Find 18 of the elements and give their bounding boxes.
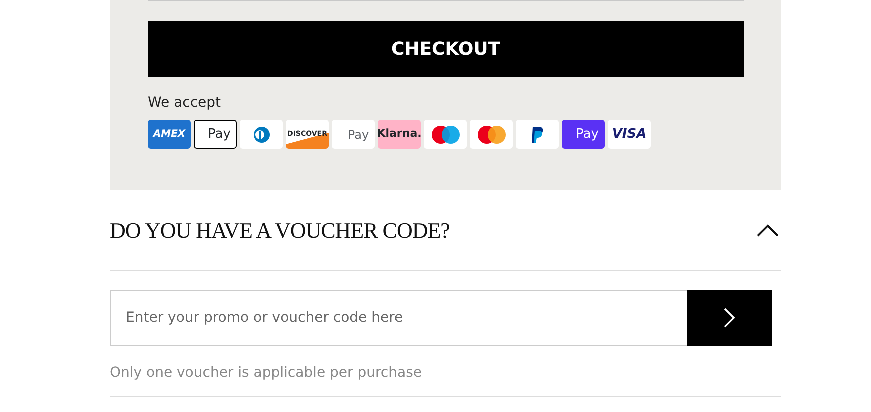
checkout-button[interactable]: CHECKOUT xyxy=(148,21,744,77)
maestro-logo xyxy=(424,120,467,149)
diners-logo xyxy=(240,120,283,149)
pay-logo: Pay xyxy=(562,120,605,149)
voucher-input[interactable]: Enter your promo or voucher code here xyxy=(110,290,687,346)
section-title: DO YOU HAVE A VOUCHER CODE? xyxy=(110,216,450,244)
amex-logo: AMEX xyxy=(148,120,191,149)
visa-logo: VISA xyxy=(608,120,651,149)
klarna-logo: Klarna. xyxy=(378,120,421,149)
paypal-logo xyxy=(516,120,559,149)
accept-label: We accept xyxy=(148,94,222,113)
voucher-note: Only one voucher is applicable per purchase xyxy=(110,363,781,397)
chevron-right-icon xyxy=(724,308,736,328)
google-pay-logo: Pay xyxy=(332,120,375,149)
accordion-header[interactable]: DO YOU HAVE A VOUCHER CODE? xyxy=(110,190,781,271)
apple-pay-logo: Pay xyxy=(194,120,237,149)
chevron-up-icon[interactable] xyxy=(757,224,779,236)
mastercard-logo xyxy=(470,120,513,149)
